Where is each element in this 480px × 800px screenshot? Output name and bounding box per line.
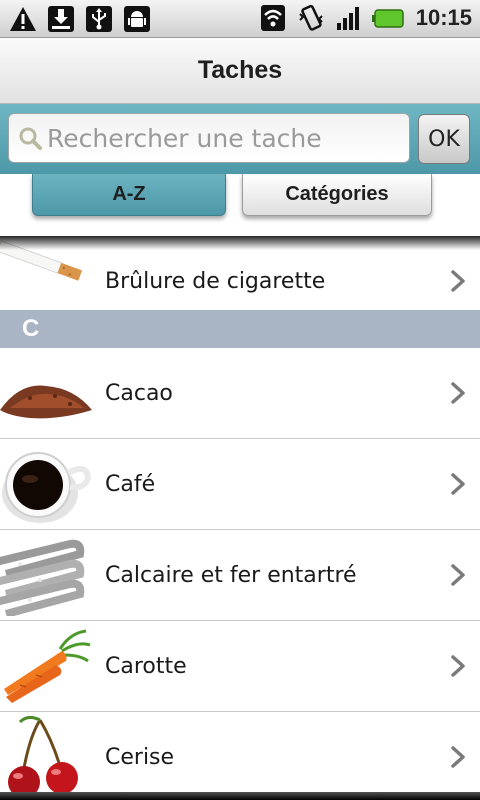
status-bar: 10:15 [0,0,480,38]
tab-categories[interactable]: Catégories [242,174,432,216]
title-bar: Taches [0,38,480,104]
android-debug-icon [122,4,152,34]
list-item-label: Cerise [105,745,175,770]
chevron-right-icon [451,473,465,495]
warning-icon [8,4,38,34]
heating-element-icon [0,534,92,618]
cherry-icon [0,715,92,796]
task-list[interactable]: Brûlure de cigarette C Cacao Café Calcai… [0,236,480,796]
cocoa-powder-icon [0,352,92,434]
signal-icon [334,3,364,33]
carrot-icon [0,625,92,707]
chevron-right-icon [451,564,465,586]
list-item-label: Calcaire et fer entartré [105,563,357,588]
wifi-icon [258,3,288,33]
ok-button[interactable]: OK [418,114,470,164]
list-item-label: Café [105,472,156,497]
list-item[interactable]: Cerise [0,712,480,796]
tab-bar: A-Z Catégories [0,174,480,236]
search-field[interactable] [8,113,410,163]
download-icon [46,4,76,34]
list-item[interactable]: Café [0,439,480,530]
chevron-right-icon [451,270,465,292]
list-item-label: Carotte [105,654,187,679]
list-item-label: Cacao [105,381,173,406]
chevron-right-icon [451,655,465,677]
coffee-cup-icon [0,443,92,525]
search-bar: OK [0,104,480,174]
battery-icon [371,3,408,33]
list-item[interactable]: Carotte [0,621,480,712]
chevron-right-icon [451,746,465,768]
chevron-right-icon [451,382,465,404]
tab-a-z[interactable]: A-Z [32,174,226,216]
vibrate-icon [296,3,326,33]
search-icon [19,127,42,150]
search-input[interactable] [47,123,397,153]
usb-icon [84,4,114,34]
bottom-edge [0,792,480,800]
section-header: C [0,310,480,348]
clock: 10:15 [415,5,472,30]
list-item[interactable]: Cacao [0,348,480,439]
list-item[interactable]: Calcaire et fer entartré [0,530,480,621]
page-title: Taches [197,56,283,84]
